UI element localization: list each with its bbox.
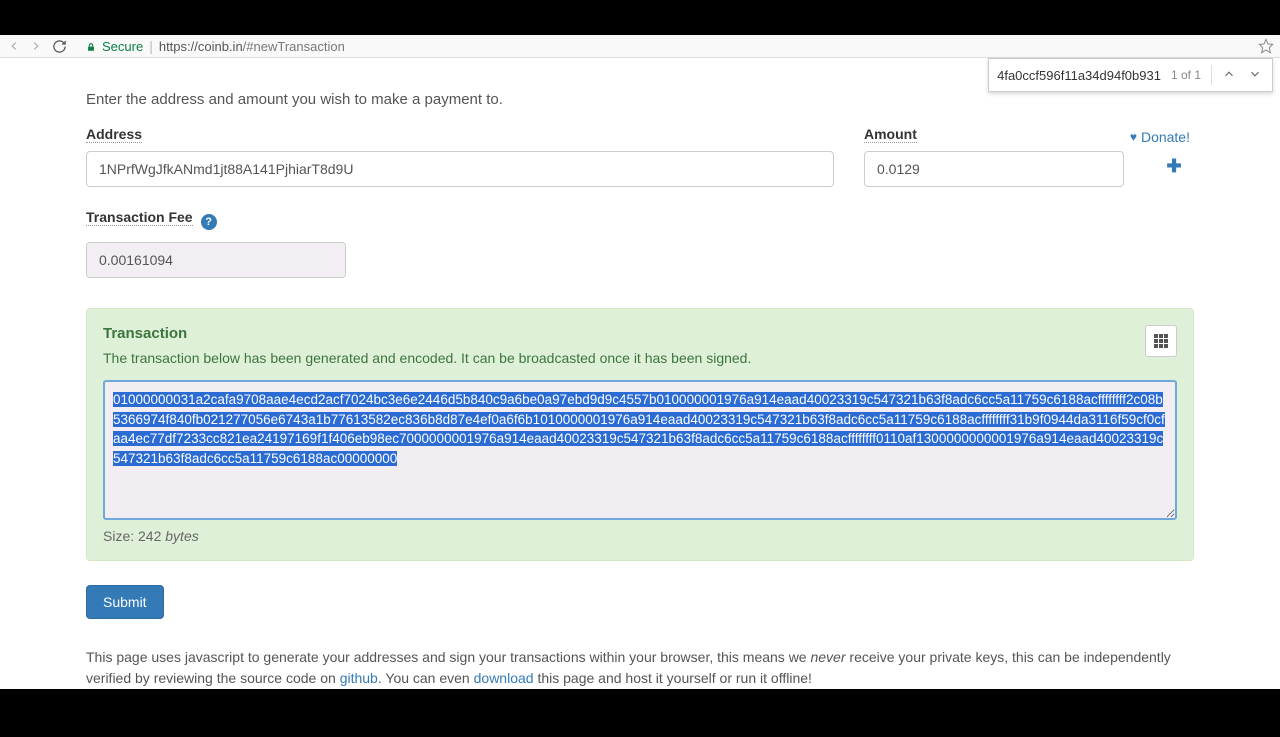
address-field: Address	[86, 126, 834, 187]
fee-label: Transaction Fee	[86, 209, 193, 226]
github-link[interactable]: github	[340, 670, 378, 686]
amount-input[interactable]	[864, 151, 1124, 187]
qr-icon	[1154, 334, 1168, 348]
address-bar[interactable]: Secure | https://coinb.in/#newTransactio…	[74, 38, 1252, 54]
bookmark-star-icon[interactable]	[1258, 38, 1274, 54]
donate-label: Donate!	[1141, 129, 1190, 145]
transaction-hex-textarea[interactable]: 01000000031a2cafa9708aae4ecd2acf7024bc3e…	[103, 380, 1177, 520]
find-count: 1 of 1	[1171, 68, 1201, 82]
forward-button[interactable]	[28, 38, 44, 54]
letterbox-top	[0, 0, 1280, 35]
amount-field: Amount	[864, 126, 1124, 187]
add-output-button[interactable]: ✚	[1166, 156, 1181, 177]
divider	[1211, 65, 1212, 85]
browser-toolbar: Secure | https://coinb.in/#newTransactio…	[0, 35, 1280, 58]
address-input[interactable]	[86, 151, 834, 187]
find-prev-button[interactable]	[1222, 67, 1238, 83]
find-next-button[interactable]	[1248, 67, 1264, 83]
heart-icon: ♥	[1130, 130, 1137, 144]
transaction-title: Transaction	[103, 325, 1177, 342]
fee-row: Transaction Fee ?	[86, 209, 1194, 278]
separator: |	[149, 38, 153, 54]
url-text: https://coinb.in/#newTransaction	[159, 39, 345, 54]
footer-note: This page uses javascript to generate yo…	[86, 647, 1194, 689]
transaction-size: Size: 242 bytes	[103, 528, 1177, 544]
help-icon[interactable]: ?	[201, 214, 217, 230]
letterbox-bottom	[0, 689, 1280, 737]
payment-row: Address Amount ✚	[86, 126, 1194, 187]
secure-label: Secure	[102, 39, 143, 54]
download-link[interactable]: download	[474, 670, 534, 686]
transaction-description: The transaction below has been generated…	[103, 350, 1177, 366]
amount-label: Amount	[864, 126, 917, 143]
page-content: ♥ Donate! Enter the address and amount y…	[0, 91, 1280, 689]
donate-link[interactable]: ♥ Donate!	[1130, 129, 1190, 145]
address-label: Address	[86, 126, 142, 143]
qr-code-button[interactable]	[1145, 325, 1177, 357]
find-in-page-bar: 4fa0ccf596f11a34d94f0b931 1 of 1	[988, 58, 1273, 92]
lock-icon	[86, 40, 96, 52]
fee-input[interactable]	[86, 242, 346, 278]
back-button[interactable]	[6, 38, 22, 54]
transaction-hex-selection: 01000000031a2cafa9708aae4ecd2acf7024bc3e…	[113, 392, 1165, 466]
reload-button[interactable]	[50, 37, 68, 55]
transaction-panel: Transaction The transaction below has be…	[86, 308, 1194, 561]
submit-button[interactable]: Submit	[86, 585, 164, 619]
find-query[interactable]: 4fa0ccf596f11a34d94f0b931	[997, 68, 1161, 83]
intro-text: Enter the address and amount you wish to…	[86, 91, 1194, 108]
